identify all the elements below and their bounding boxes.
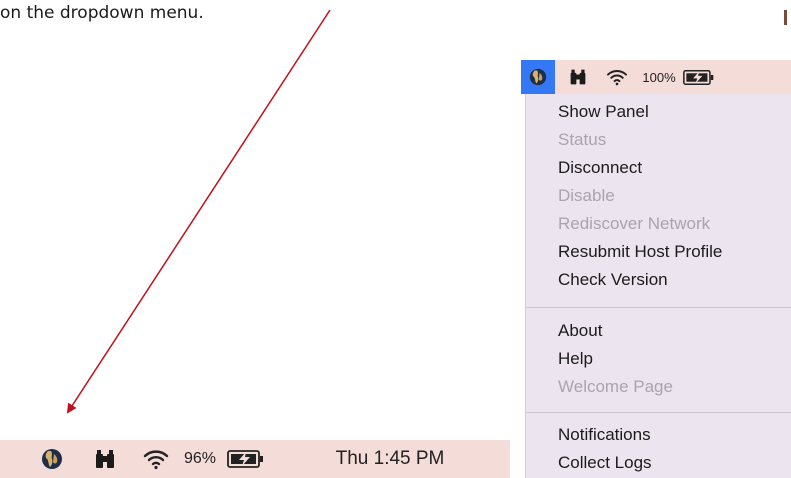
menu-item-welcome-page: Welcome Page: [558, 377, 673, 396]
app-dropdown-menu: Show Panel Status Disconnect Disable Red…: [525, 94, 791, 478]
binoculars-icon[interactable]: [565, 60, 591, 94]
menu-item-disconnect[interactable]: Disconnect: [526, 154, 791, 182]
menu-item-status: Status: [558, 130, 607, 149]
menu-item-rediscover-network: Rediscover Network: [558, 214, 711, 233]
instruction-caption: on the dropdown menu.: [0, 3, 204, 23]
menu-item-about[interactable]: About: [526, 317, 791, 345]
globe-app-icon-active[interactable]: [521, 60, 555, 94]
menu-group-main: Show Panel Status Disconnect Disable Red…: [526, 98, 791, 294]
binoculars-icon[interactable]: [90, 440, 120, 478]
menu-item-disable: Disable: [558, 186, 615, 205]
battery-charging-icon[interactable]: [225, 440, 267, 478]
menu-item-resubmit-host-profile[interactable]: Resubmit Host Profile: [526, 238, 791, 266]
menu-bar-clock[interactable]: Thu 1:45 PM: [290, 440, 490, 478]
globe-app-icon[interactable]: [36, 440, 68, 478]
menu-group-info: About Help Welcome Page: [526, 317, 791, 401]
menu-item-check-version[interactable]: Check Version: [526, 266, 791, 294]
menu-separator: [526, 412, 791, 413]
menu-item-help[interactable]: Help: [526, 345, 791, 373]
menu-item-notifications[interactable]: Notifications: [526, 421, 791, 449]
screenshot-canvas: on the dropdown menu. 96% Thu 1:45 PM 10…: [0, 0, 791, 478]
menu-separator: [526, 307, 791, 308]
clipped-menu-bar-item: [784, 10, 787, 25]
wifi-icon[interactable]: [603, 60, 631, 94]
menu-bar-bottom: 96% Thu 1:45 PM: [0, 440, 510, 478]
battery-percent-label: 100%: [642, 69, 676, 85]
menu-bar-top: 100%: [521, 60, 791, 94]
menu-item-collect-logs[interactable]: Collect Logs: [526, 449, 791, 477]
menu-group-tools: Notifications Collect Logs: [526, 421, 791, 477]
menu-item-show-panel[interactable]: Show Panel: [526, 98, 791, 126]
battery-percent-label: 96%: [183, 450, 217, 467]
wifi-icon[interactable]: [140, 440, 172, 478]
battery-charging-icon[interactable]: [681, 60, 717, 94]
